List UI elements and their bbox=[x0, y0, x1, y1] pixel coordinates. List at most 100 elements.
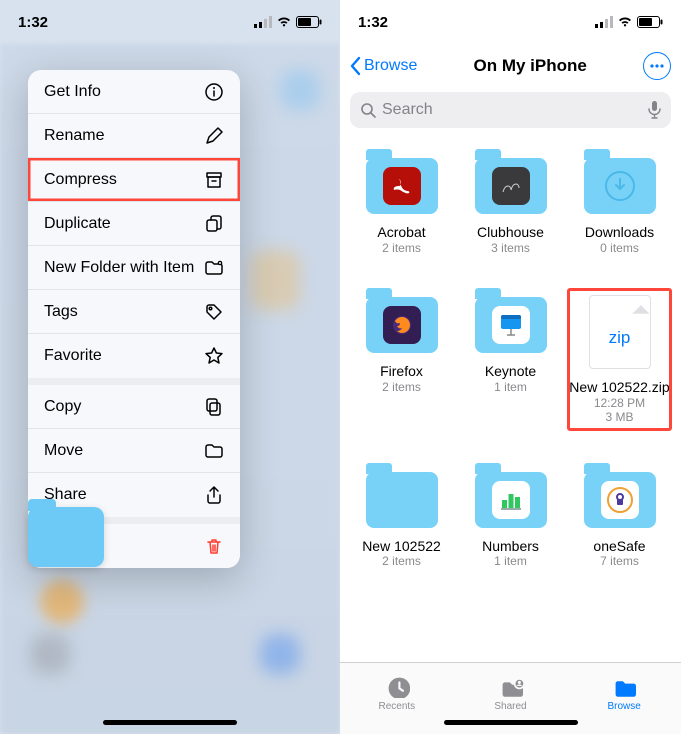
folder-icon bbox=[475, 297, 547, 353]
cellular-icon bbox=[254, 16, 272, 28]
files-browse-screen: 1:32 Browse On My iPhone Search Acrobat … bbox=[340, 0, 681, 734]
ctx-label: Get Info bbox=[44, 83, 101, 101]
tile-name: Downloads bbox=[585, 224, 654, 241]
tag-icon bbox=[204, 302, 224, 322]
tab-recents[interactable]: Recents bbox=[340, 663, 454, 734]
duplicate-icon bbox=[204, 214, 224, 234]
tile-meta: 3 items bbox=[491, 241, 530, 255]
folder-icon bbox=[366, 158, 438, 214]
share-icon bbox=[204, 485, 224, 505]
folder-icon bbox=[475, 472, 547, 528]
copy-icon bbox=[204, 397, 224, 417]
ctx-label: Copy bbox=[44, 398, 81, 416]
battery-icon bbox=[296, 16, 322, 28]
tile-meta: 7 items bbox=[600, 554, 639, 568]
status-bar: 1:32 bbox=[0, 0, 340, 44]
tile-name: New 102522.zip bbox=[569, 379, 669, 396]
tile-name: Numbers bbox=[482, 538, 539, 555]
star-icon bbox=[204, 346, 224, 366]
tab-label: Shared bbox=[494, 701, 526, 712]
ctx-label: New Folder with Item bbox=[44, 259, 194, 277]
nav-bar: Browse On My iPhone bbox=[340, 44, 681, 88]
ctx-pencil[interactable]: Rename bbox=[28, 114, 240, 158]
ctx-tag[interactable]: Tags bbox=[28, 290, 240, 334]
home-indicator bbox=[444, 720, 578, 725]
back-label: Browse bbox=[364, 57, 417, 75]
search-placeholder: Search bbox=[382, 101, 433, 119]
wifi-icon bbox=[276, 16, 292, 28]
file-tile[interactable]: Numbers 1 item bbox=[459, 464, 562, 569]
ctx-label: Move bbox=[44, 442, 83, 460]
ctx-newfolder[interactable]: New Folder with Item bbox=[28, 246, 240, 290]
file-tile[interactable]: Downloads 0 items bbox=[568, 150, 671, 255]
folder-icon bbox=[366, 472, 438, 528]
status-bar: 1:32 bbox=[340, 0, 681, 44]
tile-meta: 2 items bbox=[382, 241, 421, 255]
ctx-folder[interactable]: Move bbox=[28, 429, 240, 473]
file-tile[interactable]: Clubhouse 3 items bbox=[459, 150, 562, 255]
ctx-label: Duplicate bbox=[44, 215, 111, 233]
tile-meta: 12:28 PM bbox=[594, 396, 645, 410]
archive-icon bbox=[204, 170, 224, 190]
more-button[interactable] bbox=[643, 52, 671, 80]
tile-meta: 0 items bbox=[600, 241, 639, 255]
back-button[interactable]: Browse bbox=[350, 56, 417, 76]
browse-icon bbox=[611, 674, 637, 698]
tile-meta: 1 item bbox=[494, 554, 527, 568]
ctx-info[interactable]: Get Info bbox=[28, 70, 240, 114]
trash-icon bbox=[204, 536, 224, 556]
ctx-label: Tags bbox=[44, 303, 78, 321]
mic-icon[interactable] bbox=[648, 101, 661, 119]
folder-icon bbox=[584, 158, 656, 214]
status-icons bbox=[254, 16, 322, 28]
file-tile[interactable]: Firefox 2 items bbox=[350, 289, 453, 430]
tab-browse[interactable]: Browse bbox=[567, 663, 681, 734]
status-time: 1:32 bbox=[18, 14, 48, 31]
search-icon bbox=[360, 102, 376, 118]
tile-name: Clubhouse bbox=[477, 224, 544, 241]
file-tile[interactable]: Keynote 1 item bbox=[459, 289, 562, 430]
newfolder-icon bbox=[204, 258, 224, 278]
wifi-icon bbox=[617, 16, 633, 28]
tile-meta: 1 item bbox=[494, 380, 527, 394]
tile-meta: 2 items bbox=[382, 380, 421, 394]
file-tile[interactable]: oneSafe 7 items bbox=[568, 464, 671, 569]
files-grid: Acrobat 2 items Clubhouse 3 items Downlo… bbox=[340, 132, 681, 568]
tile-name: oneSafe bbox=[593, 538, 645, 555]
tile-meta2: 3 MB bbox=[605, 410, 633, 424]
ctx-label: Compress bbox=[44, 171, 117, 189]
tile-meta: 2 items bbox=[382, 554, 421, 568]
page-title: On My iPhone bbox=[474, 56, 587, 76]
file-tile[interactable]: New 102522 2 items bbox=[350, 464, 453, 569]
ellipsis-icon bbox=[650, 64, 664, 68]
tab-label: Recents bbox=[378, 701, 415, 712]
ctx-copy[interactable]: Copy bbox=[28, 385, 240, 429]
context-menu-screen: 1:32 Get Info Rename Compress Duplicate bbox=[0, 0, 340, 734]
battery-icon bbox=[637, 16, 663, 28]
tile-name: New 102522 bbox=[362, 538, 441, 555]
chevron-left-icon bbox=[350, 56, 362, 76]
ctx-label: Favorite bbox=[44, 347, 102, 365]
pencil-icon bbox=[204, 126, 224, 146]
home-indicator bbox=[103, 720, 237, 725]
ctx-duplicate[interactable]: Duplicate bbox=[28, 202, 240, 246]
tile-name: Firefox bbox=[380, 363, 423, 380]
cellular-icon bbox=[595, 16, 613, 28]
file-tile[interactable]: Acrobat 2 items bbox=[350, 150, 453, 255]
ctx-label: Rename bbox=[44, 127, 104, 145]
search-field[interactable]: Search bbox=[350, 92, 671, 128]
zip-file-icon: zip bbox=[589, 295, 651, 369]
context-menu: Get Info Rename Compress Duplicate New F… bbox=[28, 70, 240, 568]
file-tile[interactable]: zip New 102522.zip 12:28 PM 3 MB bbox=[568, 289, 671, 430]
tab-label: Browse bbox=[608, 701, 641, 712]
tile-name: Keynote bbox=[485, 363, 536, 380]
ctx-star[interactable]: Favorite bbox=[28, 334, 240, 378]
status-time: 1:32 bbox=[358, 14, 388, 31]
clock-icon bbox=[384, 674, 410, 698]
target-folder-thumbnail bbox=[28, 507, 104, 567]
shared-icon bbox=[498, 674, 524, 698]
info-icon bbox=[204, 82, 224, 102]
status-icons bbox=[595, 16, 663, 28]
ctx-archive[interactable]: Compress bbox=[28, 158, 240, 202]
folder-icon bbox=[366, 297, 438, 353]
